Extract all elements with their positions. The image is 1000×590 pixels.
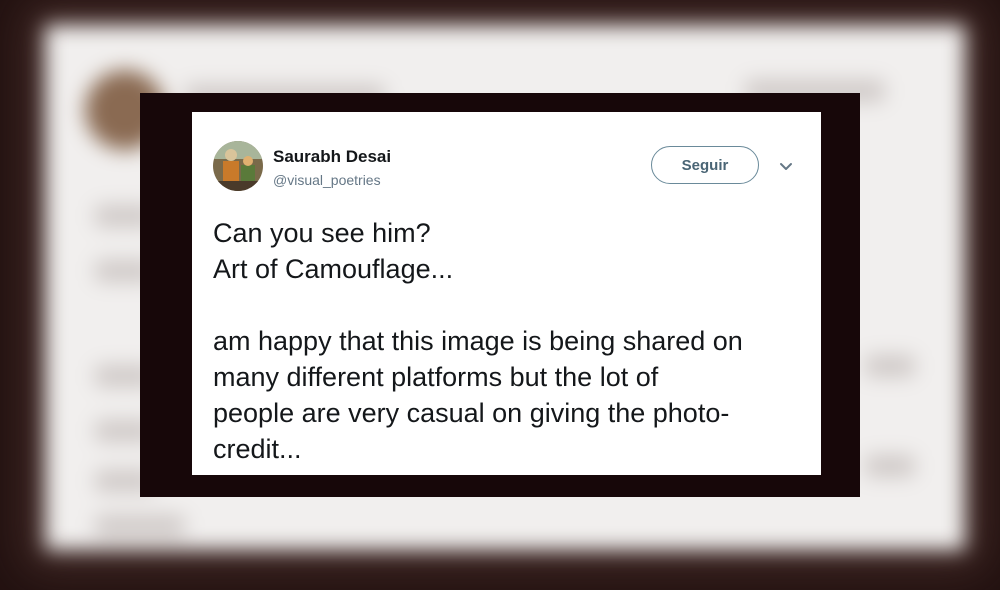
tweet-card: Saurabh Desai @visual_poetries Seguir Ca…	[192, 112, 821, 475]
display-name[interactable]: Saurabh Desai	[273, 147, 391, 167]
blurred-line	[865, 455, 915, 477]
chevron-down-icon[interactable]	[778, 160, 794, 174]
user-handle[interactable]: @visual_poetries	[273, 172, 381, 188]
tweet-text-line: Art of Camouflage...	[213, 254, 454, 284]
tweet-text-line: am happy that this image is being shared…	[213, 326, 743, 356]
blurred-line	[865, 355, 915, 377]
follow-button[interactable]: Seguir	[651, 146, 759, 184]
blurred-line	[95, 515, 185, 537]
tweet-text-line: credit...	[213, 434, 302, 464]
tweet-text-line: many different platforms but the lot of	[213, 362, 659, 392]
avatar[interactable]	[213, 141, 263, 191]
screenshot-stage: Saurabh Desai @visual_poetries Seguir Ca…	[0, 0, 1000, 590]
tweet-text: Can you see him? Art of Camouflage... am…	[213, 215, 803, 467]
tweet-text-line: Can you see him?	[213, 218, 431, 248]
tweet-text-line: people are very casual on giving the pho…	[213, 398, 730, 428]
